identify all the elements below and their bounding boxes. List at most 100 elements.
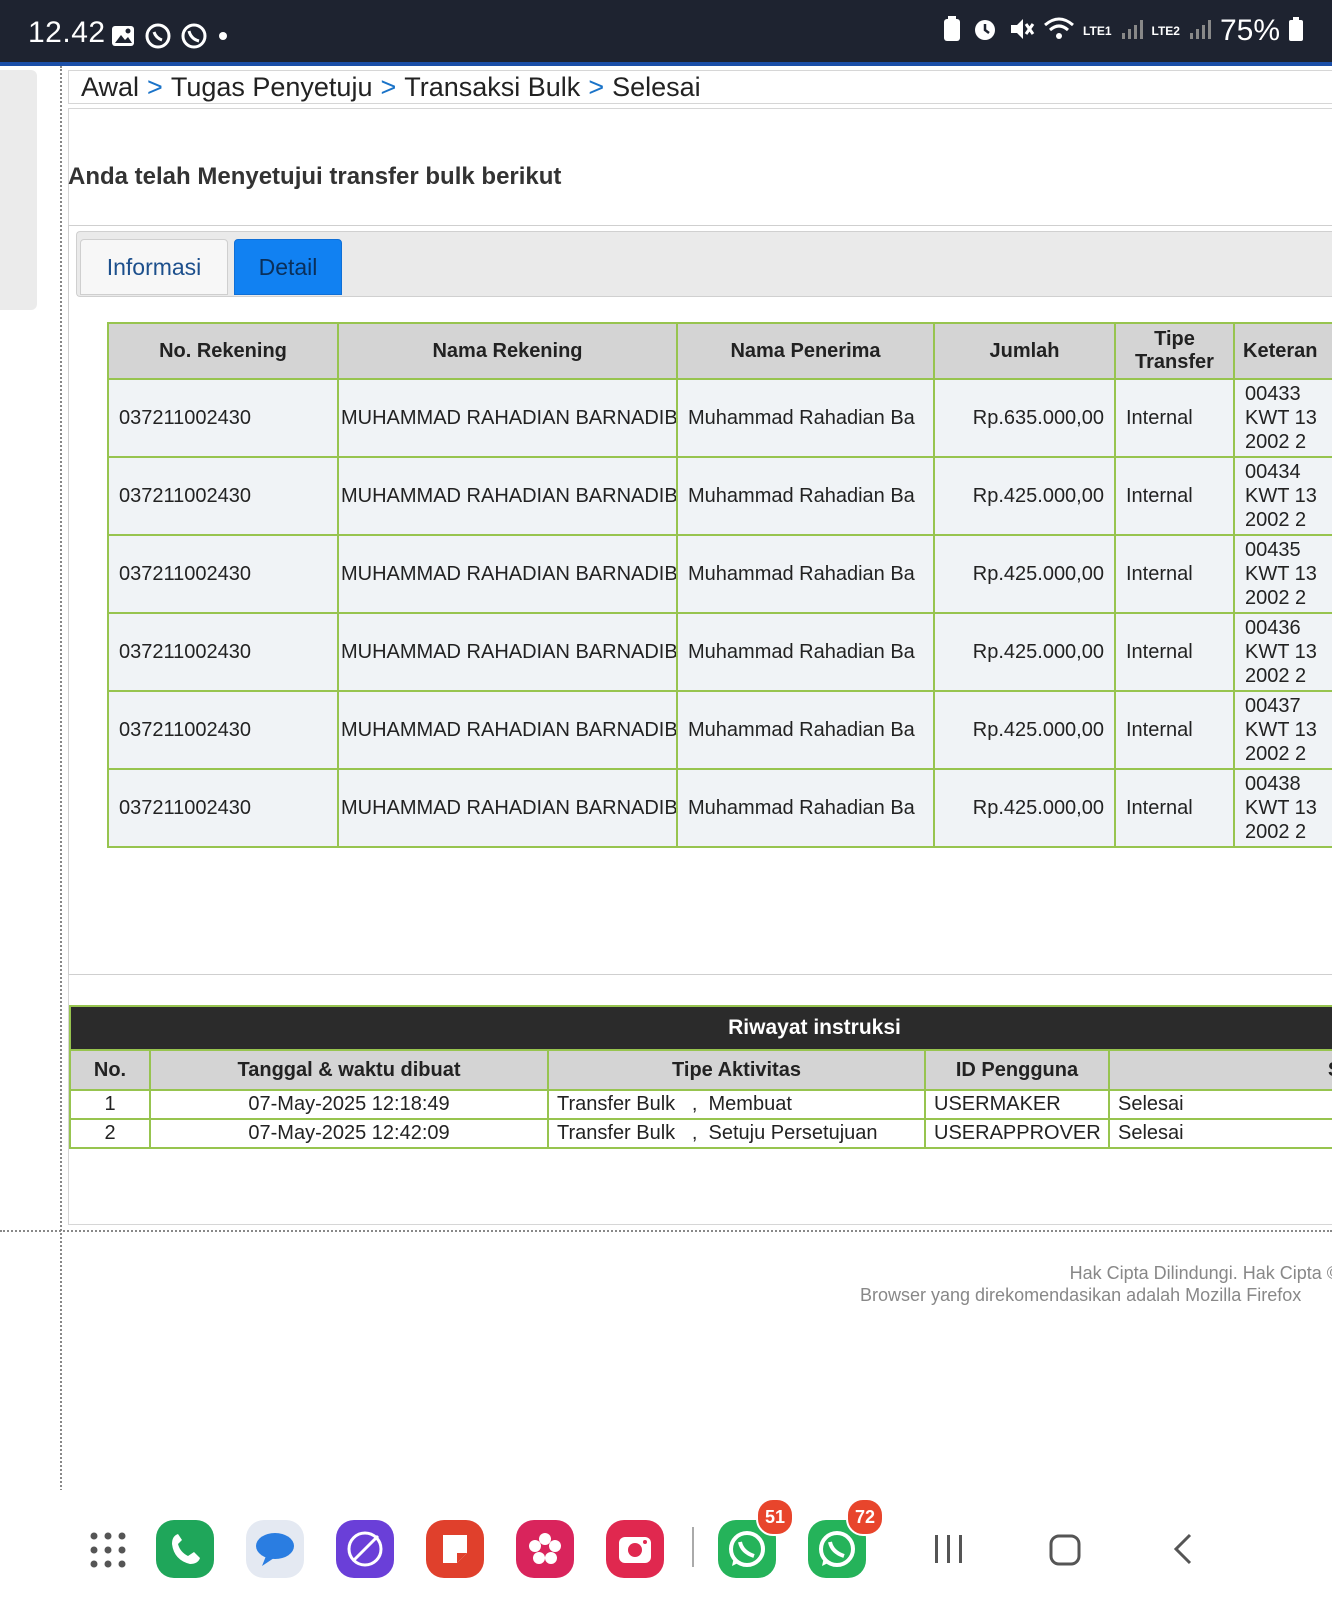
frame-divider xyxy=(60,66,62,1506)
breadcrumb-awal[interactable]: Awal xyxy=(81,72,139,102)
keterangan-line: KWT 13 xyxy=(1245,563,1317,585)
cell-tipe-transfer: Internal xyxy=(1114,456,1235,536)
side-menu-handle[interactable] xyxy=(0,70,37,310)
breadcrumb-separator: > xyxy=(147,72,163,102)
keterangan-line: KWT 13 xyxy=(1245,407,1317,429)
status-time: 12.42 xyxy=(28,16,106,49)
cell-no-rekening: 037211002430 xyxy=(107,456,339,536)
cell-status: Selesai xyxy=(1107,1118,1332,1149)
messages-icon[interactable] xyxy=(246,1520,304,1578)
cell-tipe-transfer: Internal xyxy=(1114,612,1235,692)
cell-no-rekening: 037211002430 xyxy=(107,612,339,692)
cell-nama-penerima: Muhammad Rahadian Ba xyxy=(676,534,935,614)
keterangan-line: KWT 13 xyxy=(1245,719,1317,741)
frame-divider-horizontal xyxy=(0,1230,1332,1232)
battery-saver-icon xyxy=(941,15,963,48)
cell-tipe-aktivitas: Transfer Bulk , Membuat xyxy=(547,1089,926,1120)
browser-recommendation-text: Browser yang direkomendasikan adalah Moz… xyxy=(860,1285,1302,1305)
detail-table-header: No. Rekening Nama Rekening Nama Penerima… xyxy=(107,322,1332,380)
cell-nama-rekening: MUHAMMAD RAHADIAN BARNADIB xyxy=(337,378,678,458)
keterangan-line: 2002 2 xyxy=(1245,743,1307,765)
keterangan-line: 00438 xyxy=(1245,773,1301,795)
cell-keterangan: 00433 KWT 13 2002 2 xyxy=(1233,378,1332,458)
column-header: Nama Rekening xyxy=(337,322,678,380)
table-row: 037211002430 MUHAMMAD RAHADIAN BARNADIB … xyxy=(107,456,1332,536)
gallery-app-icon[interactable] xyxy=(516,1520,574,1578)
dot-icon xyxy=(216,29,230,48)
column-header: Tipe Transfer xyxy=(1114,322,1235,380)
camera-icon[interactable] xyxy=(606,1520,664,1578)
cell-status: Selesai xyxy=(1107,1089,1332,1120)
history-table-container[interactable]: Riwayat instruksi No. Tanggal & waktu di… xyxy=(69,1005,1332,1151)
cell-keterangan: 00438 KWT 13 2002 2 xyxy=(1233,768,1332,848)
cell-no: 2 xyxy=(69,1118,151,1149)
keterangan-line: 00435 xyxy=(1245,539,1301,561)
tab-informasi[interactable]: Informasi xyxy=(80,239,228,295)
cell-nama-penerima: Muhammad Rahadian Ba xyxy=(676,690,935,770)
table-row: 037211002430 MUHAMMAD RAHADIAN BARNADIB … xyxy=(107,378,1332,458)
breadcrumb-separator: > xyxy=(380,72,397,102)
cell-tanggal: 07-May-2025 12:42:09 xyxy=(149,1118,549,1149)
detail-table: No. Rekening Nama Rekening Nama Penerima… xyxy=(107,322,1332,848)
keterangan-line: 00434 xyxy=(1245,461,1301,483)
copyright-text: Hak Cipta Dilindungi. Hak Cipta © xyxy=(1069,1263,1332,1283)
cell-tanggal: 07-May-2025 12:18:49 xyxy=(149,1089,549,1120)
gallery-icon xyxy=(110,23,136,54)
status-bar: 12.42 LTE1 LTE2 75% xyxy=(0,0,1332,62)
battery-percent: 75% xyxy=(1219,14,1280,47)
recent-apps-button[interactable] xyxy=(932,1533,966,1565)
breadcrumb-tugas-penyetuju[interactable]: Tugas Penyetuju xyxy=(171,72,373,102)
cell-no-rekening: 037211002430 xyxy=(107,378,339,458)
signal-icon xyxy=(1188,17,1212,46)
cell-nama-penerima: Muhammad Rahadian Ba xyxy=(676,768,935,848)
battery-icon xyxy=(1288,16,1304,47)
cell-tipe-aktivitas: Transfer Bulk , Setuju Persetujuan xyxy=(547,1118,926,1149)
cell-tipe-transfer: Internal xyxy=(1114,690,1235,770)
cell-no: 1 xyxy=(69,1089,151,1120)
sync-call-icon xyxy=(144,22,172,55)
keterangan-line: KWT 13 xyxy=(1245,641,1317,663)
cell-jumlah: Rp.425.000,00 xyxy=(933,534,1116,614)
keterangan-line: 2002 2 xyxy=(1245,665,1307,687)
notification-badge: 51 xyxy=(756,1498,794,1536)
tab-detail[interactable]: Detail xyxy=(234,239,342,295)
lte2-label: LTE2 xyxy=(1151,23,1180,38)
cell-keterangan: 00435 KWT 13 2002 2 xyxy=(1233,534,1332,614)
cell-nama-rekening: MUHAMMAD RAHADIAN BARNADIB xyxy=(337,612,678,692)
phone-icon[interactable] xyxy=(156,1520,214,1578)
cell-nama-rekening: MUHAMMAD RAHADIAN BARNADIB xyxy=(337,534,678,614)
breadcrumb: Awal > Tugas Penyetuju > Transaksi Bulk > Sele… xyxy=(68,70,1332,104)
cell-no-rekening: 037211002430 xyxy=(107,768,339,848)
table-row: 037211002430 MUHAMMAD RAHADIAN BARNADIB … xyxy=(107,612,1332,692)
cell-jumlah: Rp.425.000,00 xyxy=(933,768,1116,848)
cell-jumlah: Rp.635.000,00 xyxy=(933,378,1116,458)
browser-accent-line xyxy=(0,62,1332,66)
home-button[interactable] xyxy=(1048,1533,1082,1567)
whatsapp-icon xyxy=(180,22,208,55)
notification-badge: 72 xyxy=(846,1498,884,1536)
back-button[interactable] xyxy=(1170,1532,1198,1566)
cell-nama-rekening: MUHAMMAD RAHADIAN BARNADIB xyxy=(337,456,678,536)
column-header: Jumlah xyxy=(933,322,1116,380)
keterangan-line: KWT 13 xyxy=(1245,485,1317,507)
keterangan-line: 00436 xyxy=(1245,617,1301,639)
detail-table-container[interactable]: No. Rekening Nama Rekening Nama Penerima… xyxy=(107,322,1332,860)
column-header: Tipe Aktivitas xyxy=(547,1049,926,1091)
app-drawer-icon[interactable] xyxy=(88,1530,128,1570)
column-header: Keteran xyxy=(1233,322,1332,380)
cell-no-rekening: 037211002430 xyxy=(107,534,339,614)
cell-tipe-transfer: Internal xyxy=(1114,768,1235,848)
page-title: Anda telah Menyetujui transfer bulk beri… xyxy=(68,163,562,190)
cell-nama-rekening: MUHAMMAD RAHADIAN BARNADIB xyxy=(337,690,678,770)
cell-nama-penerima: Muhammad Rahadian Ba xyxy=(676,612,935,692)
notes-icon[interactable] xyxy=(426,1520,484,1578)
breadcrumb-transaksi-bulk[interactable]: Transaksi Bulk xyxy=(404,72,580,102)
cell-jumlah: Rp.425.000,00 xyxy=(933,456,1116,536)
table-row: 037211002430 MUHAMMAD RAHADIAN BARNADIB … xyxy=(107,690,1332,770)
footer: Hak Cipta Dilindungi. Hak Cipta © Browse… xyxy=(860,1262,1332,1306)
internet-browser-icon[interactable] xyxy=(336,1520,394,1578)
keterangan-line: KWT 13 xyxy=(1245,797,1317,819)
history-table: Riwayat instruksi No. Tanggal & waktu di… xyxy=(69,1005,1332,1149)
table-row: 037211002430 MUHAMMAD RAHADIAN BARNADIB … xyxy=(107,534,1332,614)
cell-nama-penerima: Muhammad Rahadian Ba xyxy=(676,456,935,536)
